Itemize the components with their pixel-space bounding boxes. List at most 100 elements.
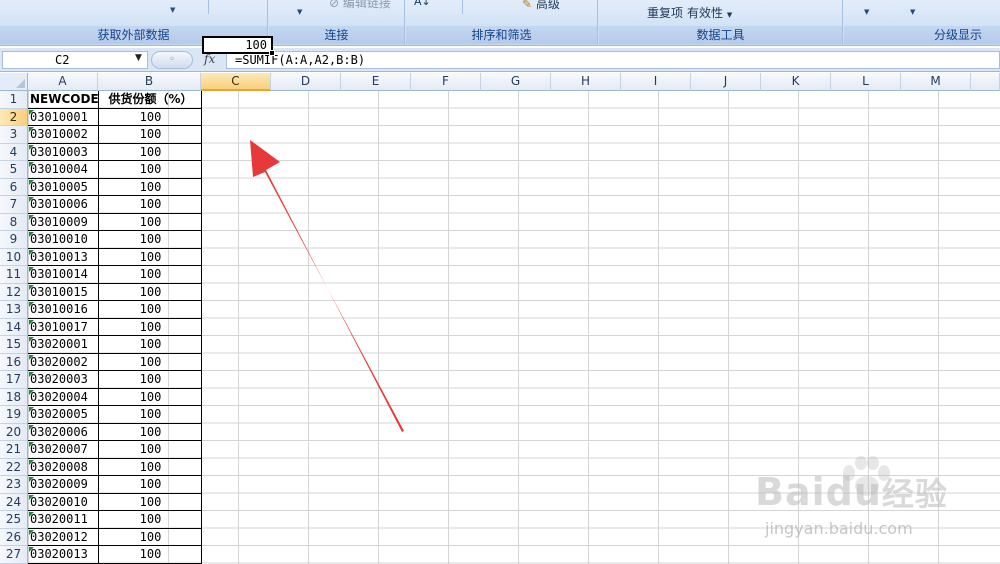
cell-b5[interactable]: 100 [99, 161, 202, 179]
formula-bar-splitter-icon[interactable]: ◦ [151, 51, 193, 69]
cell-a22[interactable]: 03020008 [28, 459, 98, 476]
row-header-14[interactable]: 14 [0, 318, 28, 336]
dropdown-arrow-icon[interactable]: ▼ [910, 8, 915, 16]
cell-a11[interactable]: 03010014 [28, 266, 98, 284]
column-header-l[interactable]: L [831, 73, 901, 91]
cell-b8[interactable]: 100 [99, 214, 202, 231]
row-header-7[interactable]: 7 [0, 196, 28, 214]
cell-b20[interactable]: 100 [99, 424, 202, 441]
row-header-2[interactable]: 2 [0, 108, 28, 126]
column-header-overflow[interactable] [971, 73, 1000, 91]
select-all-button[interactable] [0, 73, 28, 91]
cell-a4[interactable]: 03010003 [28, 144, 98, 161]
cell-a26[interactable]: 03020012 [28, 529, 98, 546]
fill-handle[interactable] [269, 50, 275, 56]
cell-a20[interactable]: 03020006 [28, 424, 98, 441]
cell-b11[interactable]: 100 [99, 266, 202, 284]
column-header-h[interactable]: H [551, 73, 621, 91]
cell-a8[interactable]: 03010009 [28, 214, 98, 231]
cell-a13[interactable]: 03010016 [28, 301, 98, 319]
column-header-m[interactable]: M [901, 73, 971, 91]
cell-b26[interactable]: 100 [99, 529, 202, 546]
row-header-16[interactable]: 16 [0, 353, 28, 371]
cell-a9[interactable]: 03010010 [28, 231, 98, 249]
cell-a15[interactable]: 03020001 [28, 336, 98, 354]
edit-links-button[interactable]: ⊘ 编辑链接 [329, 0, 391, 11]
row-header-15[interactable]: 15 [0, 336, 28, 354]
row-header-25[interactable]: 25 [0, 511, 28, 529]
row-header-11[interactable]: 11 [0, 266, 28, 284]
cell-a10[interactable]: 03010013 [28, 249, 98, 266]
row-header-19[interactable]: 19 [0, 406, 28, 424]
cell-a17[interactable]: 03020003 [28, 371, 98, 389]
cell-b13[interactable]: 100 [99, 301, 202, 319]
row-header-6[interactable]: 6 [0, 178, 28, 196]
cell-a24[interactable]: 03020010 [28, 494, 98, 511]
cell-b12[interactable]: 100 [99, 284, 202, 301]
row-header-23[interactable]: 23 [0, 476, 28, 494]
cell-b27[interactable]: 100 [99, 546, 202, 564]
cell-b25[interactable]: 100 [99, 511, 202, 529]
cell-b4[interactable]: 100 [99, 144, 202, 161]
cell-b22[interactable]: 100 [99, 459, 202, 476]
name-box-dropdown-icon[interactable]: ▼ [135, 53, 142, 63]
column-header-i[interactable]: I [621, 73, 691, 91]
cell-a23[interactable]: 03020009 [28, 476, 98, 494]
cell-a19[interactable]: 03020005 [28, 406, 98, 424]
cell-a3[interactable]: 03010002 [28, 126, 98, 144]
cell-b19[interactable]: 100 [99, 406, 202, 424]
cell-b14[interactable]: 100 [99, 319, 202, 336]
cell-a21[interactable]: 03020007 [28, 441, 98, 459]
active-cell-c2[interactable]: 100 [202, 36, 273, 54]
header-cell-supply-share[interactable]: 供货份额（%） [99, 91, 202, 109]
insert-function-icon[interactable]: fx [204, 52, 215, 66]
column-header-d[interactable]: D [271, 73, 341, 91]
header-cell-newcode[interactable]: NEWCODE [28, 91, 98, 109]
dropdown-arrow-icon[interactable]: ▼ [864, 8, 869, 16]
cell-b3[interactable]: 100 [99, 126, 202, 144]
dropdown-arrow-icon[interactable]: ▼ [170, 6, 175, 14]
cell-a14[interactable]: 03010017 [28, 319, 98, 336]
row-header-20[interactable]: 20 [0, 423, 28, 441]
cell-a27[interactable]: 03020013 [28, 546, 98, 564]
row-header-9[interactable]: 9 [0, 231, 28, 249]
cell-b23[interactable]: 100 [99, 476, 202, 494]
column-header-g[interactable]: G [481, 73, 551, 91]
cell-a18[interactable]: 03020004 [28, 389, 98, 406]
row-header-5[interactable]: 5 [0, 161, 28, 179]
row-header-18[interactable]: 18 [0, 388, 28, 406]
row-header-12[interactable]: 12 [0, 283, 28, 301]
column-header-k[interactable]: K [761, 73, 831, 91]
cell-a25[interactable]: 03020011 [28, 511, 98, 529]
cell-b7[interactable]: 100 [99, 196, 202, 214]
cell-b18[interactable]: 100 [99, 389, 202, 406]
row-header-17[interactable]: 17 [0, 371, 28, 389]
cell-b16[interactable]: 100 [99, 354, 202, 371]
column-header-f[interactable]: F [411, 73, 481, 91]
row-header-21[interactable]: 21 [0, 441, 28, 459]
column-header-b[interactable]: B [98, 73, 201, 91]
cell-b24[interactable]: 100 [99, 494, 202, 511]
remove-duplicates-button[interactable]: 重复项 [647, 4, 683, 21]
sort-az-icon[interactable]: A↓ [414, 0, 431, 8]
column-header-a[interactable]: A [28, 73, 98, 91]
formula-input[interactable]: =SUMIF(A:A,A2,B:B) [226, 51, 1000, 69]
row-header-24[interactable]: 24 [0, 493, 28, 511]
cell-b9[interactable]: 100 [99, 231, 202, 249]
row-header-3[interactable]: 3 [0, 126, 28, 144]
data-validation-button[interactable]: 有效性 ▼ [687, 4, 732, 21]
row-header-22[interactable]: 22 [0, 458, 28, 476]
cell-a16[interactable]: 03020002 [28, 354, 98, 371]
row-header-1[interactable]: 1 [0, 91, 28, 109]
cell-b15[interactable]: 100 [99, 336, 202, 354]
cell-b2[interactable]: 100 [99, 109, 202, 126]
row-header-27[interactable]: 27 [0, 546, 28, 564]
cell-a5[interactable]: 03010004 [28, 161, 98, 179]
row-header-8[interactable]: 8 [0, 213, 28, 231]
cell-b6[interactable]: 100 [99, 179, 202, 196]
row-header-13[interactable]: 13 [0, 301, 28, 319]
cell-a6[interactable]: 03010005 [28, 179, 98, 196]
column-header-e[interactable]: E [341, 73, 411, 91]
dropdown-arrow-icon[interactable]: ▼ [297, 8, 302, 16]
row-header-10[interactable]: 10 [0, 248, 28, 266]
